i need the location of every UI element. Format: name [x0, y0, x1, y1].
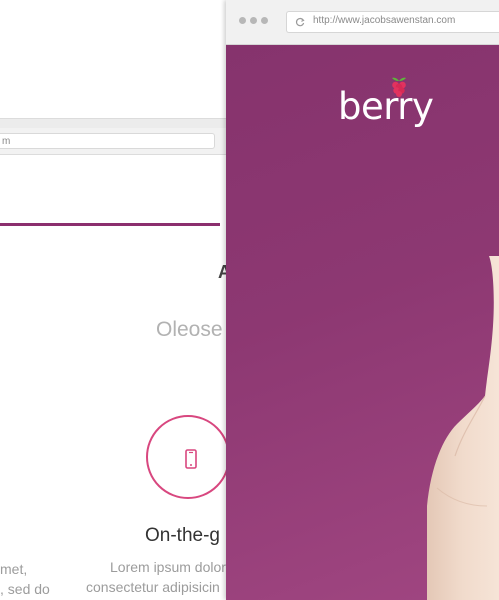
feature-description-line: consectetur adipisicin [86, 579, 220, 595]
berry-logo: berry [338, 85, 434, 128]
address-bar-url: http://www.jacobsawenstan.com [313, 15, 456, 26]
feature-description-line: Lorem ipsum dolor [110, 559, 226, 575]
left-feature-description-line: , sed do [0, 581, 50, 597]
smartphone-icon [185, 449, 197, 469]
reload-icon[interactable] [295, 17, 305, 27]
feature-title: On-the-g [145, 525, 220, 546]
background-header-accent-line [0, 223, 220, 226]
hand-holding-phone-image [427, 256, 499, 600]
foreground-browser-window: http://www.jacobsawenstan.com berry [226, 0, 499, 600]
minimize-window-dot[interactable] [250, 17, 257, 24]
close-window-dot[interactable] [239, 17, 246, 24]
section-subtitle: Oleose [156, 318, 223, 341]
address-bar[interactable]: http://www.jacobsawenstan.com [286, 11, 499, 33]
window-controls [239, 17, 268, 24]
maximize-window-dot[interactable] [261, 17, 268, 24]
background-address-bar[interactable]: m [0, 133, 215, 149]
hero-section: berry [226, 45, 499, 600]
background-browser-window: m A Oleose On-the-g Lorem ipsum dolor co… [0, 0, 240, 600]
background-window-blank-area [0, 0, 240, 118]
browser-toolbar: http://www.jacobsawenstan.com [226, 0, 499, 45]
left-feature-description-line: met, [0, 561, 28, 577]
background-page-header [0, 155, 240, 225]
